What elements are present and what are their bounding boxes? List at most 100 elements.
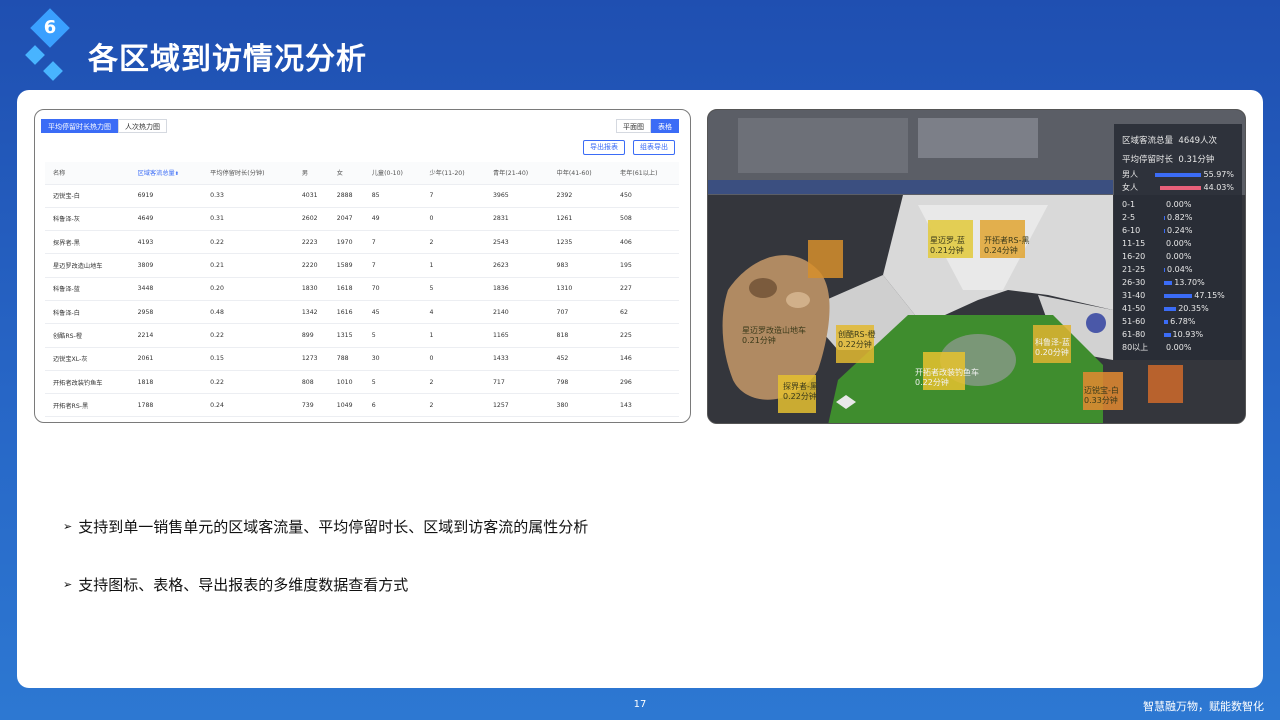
table-cell: 49 [363, 207, 422, 232]
sort-icon[interactable]: ⬍ [175, 171, 179, 177]
stat-row: 6-10 0.24% [1122, 224, 1234, 237]
table-cell: 739 [293, 393, 329, 418]
table-cell: 195 [612, 253, 679, 278]
table-cell: 2888 [328, 184, 364, 208]
stat-row: 61-80 10.93% [1122, 328, 1234, 341]
avg-stay-value: 0.31分钟 [1178, 154, 1215, 165]
table-cell: 5 [421, 277, 485, 301]
column-header[interactable]: 老年(61以上) [612, 162, 679, 185]
table-cell: 2392 [548, 184, 613, 208]
ceiling-lights [738, 118, 908, 173]
table-cell: 707 [548, 300, 613, 325]
diamond-icon [25, 45, 45, 65]
stat-value: 0.24% [1167, 226, 1193, 235]
table-cell: 0 [421, 207, 485, 232]
stat-row: 51-60 6.78% [1122, 315, 1234, 328]
stat-bar [1164, 293, 1193, 298]
table-cell: 开拓者改装钓鱼车 [45, 370, 130, 395]
table-cell: 818 [548, 323, 613, 348]
table-cell: 1618 [328, 277, 364, 301]
stat-label: 16-20 [1122, 252, 1146, 261]
zone-label: 探界者-黑 0.22分钟 [783, 382, 818, 401]
table-cell: 0.15 [202, 347, 294, 371]
tab-avg-stay-heatmap[interactable]: 平均停留时长热力图 [41, 119, 118, 133]
diamond-icon [43, 61, 63, 81]
table-cell: 227 [612, 277, 679, 301]
zone-label: 开拓者改装钓鱼车 0.22分钟 [915, 368, 979, 387]
table-cell: 1010 [328, 370, 364, 395]
table-cell: 85 [363, 184, 422, 208]
table-cell: 4031 [293, 184, 329, 208]
table-row: 探界者-黑 4193 0.22 2223 1970 7 2 2543 1235 406 [45, 230, 679, 255]
table-cell: 6 [363, 393, 422, 418]
table-cell: 983 [548, 253, 613, 278]
export-table-button[interactable]: 组表导出 [633, 140, 675, 155]
stat-row: 41-50 20.35% [1122, 302, 1234, 315]
table-cell: 5 [363, 370, 422, 395]
table-cell: 0.31 [202, 207, 294, 232]
view-floorplan-button[interactable]: 平面图 [616, 119, 651, 133]
stat-bar [1164, 306, 1177, 311]
table-screenshot: 平均停留时长热力图 人次热力图 平面图 表格 导出报表 组表导出 名称 区域客流总… [34, 109, 691, 423]
table-cell: 1616 [328, 300, 364, 325]
table-cell: 开拓者RS-黑 [45, 393, 130, 418]
column-header[interactable]: 中年(41-60) [548, 162, 613, 185]
table-row: 科鲁泽-蓝 3448 0.20 1830 1618 70 5 1836 1310 227 [45, 277, 679, 301]
table-cell: 4649 [129, 207, 203, 232]
table-cell: 2602 [293, 207, 329, 232]
table-cell: 科鲁泽-蓝 [45, 277, 130, 301]
table-cell: 迈锐宝-白 [45, 184, 130, 208]
bullet-text: 支持到单一销售单元的区域客流量、平均停留时长、区域到访客流的属性分析 [78, 518, 589, 536]
table-cell: 6919 [129, 184, 203, 208]
stat-value: 10.93% [1172, 330, 1204, 339]
table-cell: 380 [548, 393, 613, 418]
rock [749, 278, 777, 298]
export-report-button[interactable]: 导出报表 [583, 140, 625, 155]
table-cell: 1310 [548, 277, 613, 301]
avg-stay-row: 平均停留时长 0.31分钟 [1122, 149, 1234, 168]
column-header[interactable]: 少年(11-20) [421, 162, 485, 185]
table-cell: 62 [612, 300, 679, 325]
column-header[interactable]: 女 [328, 162, 364, 185]
table-cell: 1049 [328, 393, 364, 418]
column-header[interactable]: 男 [293, 162, 329, 185]
total-visits-row: 区域客流总量 4649人次 [1122, 130, 1234, 149]
column-header[interactable]: 名称 [45, 162, 130, 185]
table-cell: 3448 [129, 277, 203, 301]
table-cell: 7 [421, 184, 485, 208]
table-cell: 0.48 [202, 300, 294, 325]
table-cell: 4193 [129, 230, 203, 255]
zone-label: 迈锐宝-白 0.33分钟 [1084, 386, 1119, 405]
column-header[interactable]: 儿童(0-10) [363, 162, 422, 185]
table-cell: 1273 [293, 347, 329, 371]
table-cell: 2047 [328, 207, 364, 232]
ceiling-lights [918, 118, 1038, 158]
table-cell: 717 [484, 370, 549, 395]
bullet-text: 支持图标、表格、导出报表的多维度数据查看方式 [78, 576, 409, 594]
table-cell: 1261 [548, 207, 613, 232]
view-table-button[interactable]: 表格 [651, 119, 679, 133]
column-header[interactable]: 青年(21-40) [484, 162, 549, 185]
stat-bar [1155, 172, 1202, 177]
table-cell: 146 [612, 347, 679, 371]
stat-label: 51-60 [1122, 317, 1146, 326]
column-header[interactable]: 区域客流总量⬍ [129, 162, 203, 185]
table-cell: 1818 [129, 370, 203, 395]
stat-label: 2-5 [1122, 213, 1136, 222]
table-cell: 808 [293, 370, 329, 395]
column-header[interactable]: 平均停留时长(分钟) [202, 162, 294, 185]
age-breakdown: 0-1 0.00% 2-5 0.82% 6-10 0.24% 11-15 0.00% 16-20… [1122, 198, 1234, 354]
table-cell: 70 [363, 277, 422, 301]
total-visits-value: 4649人次 [1178, 135, 1218, 146]
table-cell: 1165 [484, 323, 549, 348]
table-row: 开拓者改装钓鱼车 1818 0.22 808 1010 5 2 717 798 296 [45, 370, 679, 395]
table-cell: 7 [363, 230, 422, 255]
stat-value: 0.00% [1166, 343, 1192, 352]
table-cell: 1 [421, 253, 485, 278]
tab-visits-heatmap[interactable]: 人次热力图 [118, 119, 167, 133]
stat-bar [1164, 228, 1165, 233]
table-cell: 0.20 [202, 277, 294, 301]
zone-heat-box [808, 240, 843, 278]
stat-value: 13.70% [1174, 278, 1205, 287]
table-row: 星迈罗改造山地车 3809 0.21 2220 1589 7 1 2623 983 195 [45, 253, 679, 278]
